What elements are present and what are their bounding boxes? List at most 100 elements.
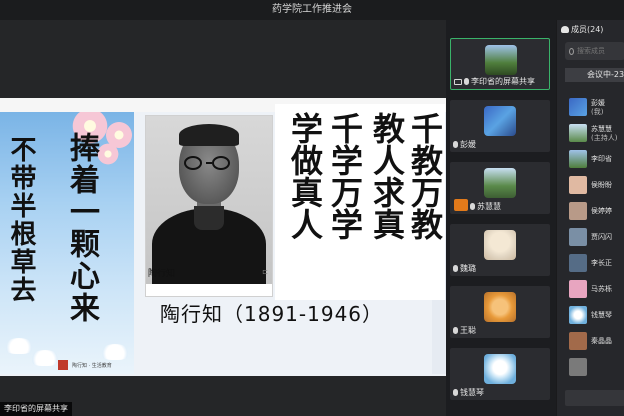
shared-screen[interactable]: 捧着一颗心来 不带半根草去 陶行知 · 生活教育 千教万教 教人求真 千学万学 … [0,20,446,416]
member-item[interactable]: 李印省 [569,148,624,170]
glasses-bridge [206,162,212,164]
tile-label: 彭媛 [453,139,476,150]
tile-name: 王聪 [460,326,476,335]
window-title: 药学院工作推进会 [0,0,624,20]
avatar [569,254,587,272]
member-item[interactable]: 马苏栎 [569,278,624,300]
member-item[interactable]: 秦晶晶 [569,330,624,352]
avatar [569,176,587,194]
video-tile-peng-yuan[interactable]: 彭媛 [450,100,550,152]
photo-hair [179,124,239,146]
member-item[interactable]: 钱慧琴 [569,304,624,326]
tile-name: 苏慧慧 [477,202,501,211]
member-name: 侯婷婷 [591,207,612,215]
members-panel: 成员(24) 会议中-23 彭媛 (我) 苏慧慧 (主持人) 李印省 侯盼盼 侯… [556,20,624,416]
tile-label: 李印省的屏幕共享 [454,76,535,87]
video-tile-wei-lu[interactable]: 魏璐 [450,224,550,276]
mic-icon [453,265,458,272]
member-item[interactable]: 苏慧慧 (主持人) [569,122,624,144]
photo-collar [194,206,224,230]
avatar [569,358,587,376]
video-tile-wang-cong[interactable]: 王聪 [450,286,550,338]
glasses-icon [184,156,202,170]
avatar [485,45,517,75]
avatar [569,124,587,142]
avatar [569,150,587,168]
calligraphy-column: 学做真人 [286,112,324,240]
member-item[interactable]: 侯婷婷 [569,200,624,222]
video-tile-li-yinsheng[interactable]: 李印省的屏幕共享 [450,38,550,90]
tab-in-meeting[interactable]: 会议中-23 [565,68,624,82]
portrait-photo [146,116,272,284]
screen-share-icon [454,78,462,85]
member-item[interactable]: 彭媛 (我) [569,96,624,118]
portrait-name: 陶行知 [148,269,176,279]
member-item[interactable]: 侯盼盼 [569,174,624,196]
avatar [484,168,516,198]
flower-decoration [96,142,120,166]
member-name: 贾闪闪 [591,233,612,241]
video-tile-qian-huiqin[interactable]: 钱慧琴 [450,348,550,400]
member-item[interactable] [569,356,624,378]
calligraphy-line-2: 捧着一颗心来 [64,132,99,324]
member-name: 秦晶晶 [591,337,612,345]
tile-label: 钱慧琴 [453,387,484,398]
calligraphy-column: 千教万教 [406,112,444,240]
glasses-icon [212,156,230,170]
avatar [569,306,587,324]
tile-label: 魏璐 [453,263,476,274]
poster-caption: 陶行知 · 生活教育 [72,363,112,369]
mic-icon [453,141,458,148]
calligraphy-column: 千学万学 [326,112,364,240]
member-search[interactable] [565,42,624,60]
slide-caption: 陶行知（1891-1946） [160,302,384,326]
tile-label: 王聪 [453,325,476,336]
mic-icon [464,78,469,85]
lily-decoration [100,344,130,360]
calligraphy-poster: 捧着一颗心来 不带半根草去 陶行知 · 生活教育 [0,112,134,374]
avatar [569,202,587,220]
member-action-button[interactable] [565,390,624,406]
lily-decoration [4,338,34,354]
search-icon [569,47,574,55]
avatar [569,280,587,298]
expand-icon: ⊏ [262,268,268,276]
host-share-icon [454,199,468,211]
mic-icon [470,203,475,210]
meeting-window: 药学院工作推进会 捧着一颗心来 不带半根草去 陶行知 · 生活教育 千教万教 教… [0,0,624,416]
tile-name: 李印省的屏幕共享 [471,77,535,86]
tile-name: 魏璐 [460,264,476,273]
avatar [569,332,587,350]
member-name: 李长正 [591,259,612,267]
avatar [484,106,516,136]
member-name: 李印省 [591,155,612,163]
member-name: 侯盼盼 [591,181,612,189]
right-calligraphy: 千教万教 教人求真 千学万学 学做真人 [275,104,445,300]
member-name: 钱慧琴 [591,311,612,319]
avatar [569,228,587,246]
video-gallery: 李印省的屏幕共享 彭媛 苏慧慧 魏璐 王聪 钱慧琴 [446,20,556,416]
member-role: (我) [591,108,604,116]
member-item[interactable]: 贾闪闪 [569,226,624,248]
avatar [484,354,516,384]
video-tile-su-huihui[interactable]: 苏慧慧 [450,162,550,214]
member-name: 马苏栎 [591,285,612,293]
member-role: (主持人) [591,134,618,142]
mic-icon [453,327,458,334]
tile-name: 钱慧琴 [460,388,484,397]
calligraphy-line-1: 不带半根草去 [6,136,36,304]
red-seal-icon [58,360,68,370]
people-icon [561,26,569,33]
avatar [484,292,516,322]
avatar [484,230,516,260]
tile-name: 彭媛 [460,140,476,149]
lily-decoration [30,350,60,366]
screen-share-label: 李印省的屏幕共享 [0,402,72,416]
avatar [569,98,587,116]
members-count: 成员(24) [571,25,604,34]
search-input[interactable] [577,47,624,55]
member-item[interactable]: 李长正 [569,252,624,274]
calligraphy-column: 教人求真 [368,112,406,240]
tile-label: 苏慧慧 [470,201,501,212]
mic-icon [453,389,458,396]
